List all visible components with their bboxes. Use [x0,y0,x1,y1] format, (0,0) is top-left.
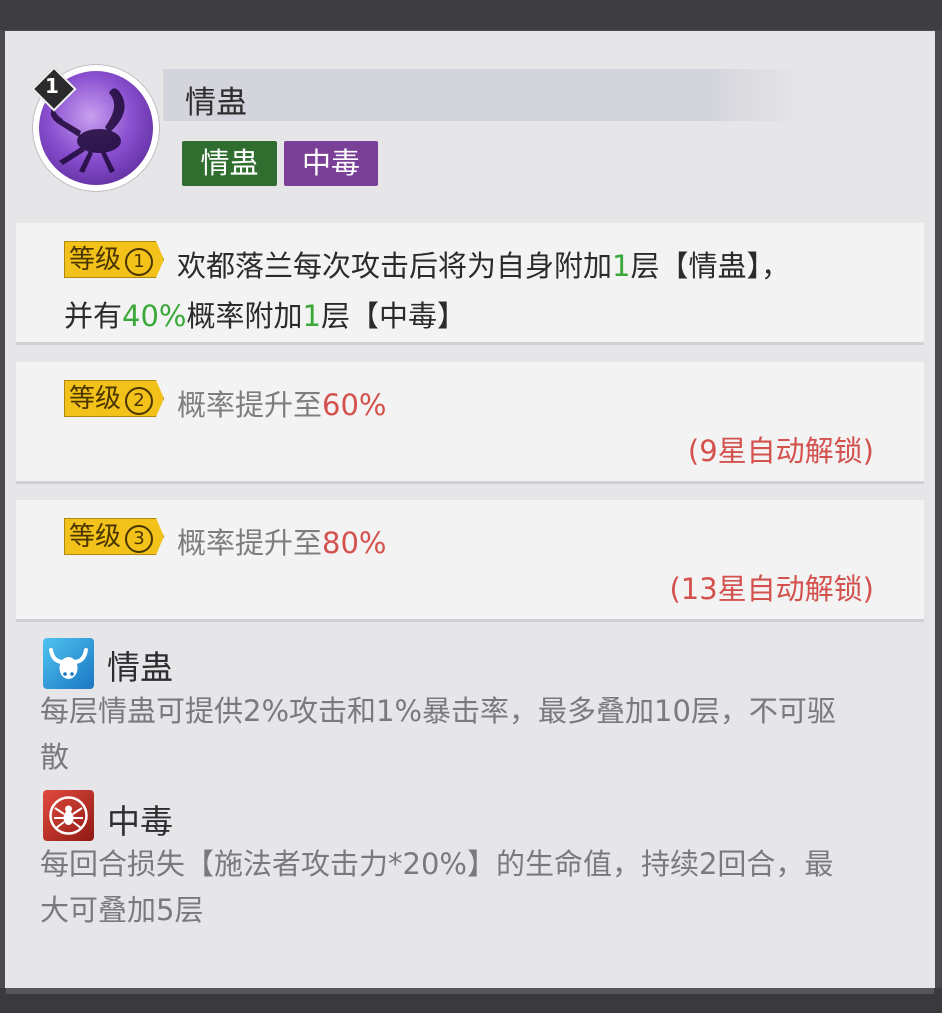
effect-poison-name: 中毒 [107,802,173,841]
level-3-box: 等级 3 概率提升至80% (13星自动解锁) [16,500,924,622]
effect-qinggu-desc: 每层情蛊可提供2%攻击和1%暴击率，最多叠加10层，不可驱 散 [40,694,836,774]
level-badge: 等级 2 [64,380,164,417]
spider-icon [43,790,94,841]
effect-poison-desc: 每回合损失【施法者攻击力*20%】的生命值，持续2回合，最 大可叠加5层 [40,847,834,927]
effect-qinggu-name: 情蛊 [107,648,173,687]
bottom-bar [0,988,942,1013]
bull-head-icon [43,638,94,689]
level-1-box: 等级 1 欢都落兰每次攻击后将为自身附加1层【情蛊】， 并有40%概率附加1层【中… [16,223,924,345]
title-bar [163,69,803,121]
level-3-desc: 概率提升至80% [177,526,387,560]
level-2-desc: 概率提升至60% [177,388,387,422]
level-2-unlock: (9星自动解锁) [687,434,874,468]
tag-qinggu: 情蛊 [182,141,277,186]
level-1-desc-line1: 欢都落兰每次攻击后将为自身附加1层【情蛊】， [177,249,790,283]
level-2-box: 等级 2 概率提升至60% (9星自动解锁) [16,362,924,484]
level-1-desc-line2: 并有40%概率附加1层【中毒】 [64,299,466,333]
skill-title: 情蛊 [185,85,247,121]
skill-level-number: 1 [45,74,59,98]
skill-level-indicator: 1 [31,66,77,112]
top-bar [0,0,942,30]
level-badge: 等级 3 [64,518,164,555]
tag-poison: 中毒 [284,141,378,186]
level-badge: 等级 1 [64,241,164,278]
level-3-unlock: (13星自动解锁) [669,572,874,606]
